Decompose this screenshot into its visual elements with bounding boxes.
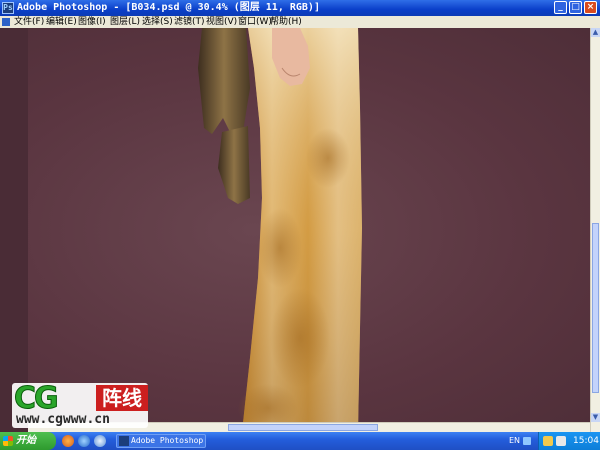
menu-window[interactable]: 窗口(W) (238, 16, 272, 28)
vertical-scrollbar[interactable]: ▲ ▼ (590, 28, 600, 432)
menu-edit[interactable]: 编辑(E) (46, 16, 77, 28)
menu-help[interactable]: 帮助(H) (270, 16, 302, 28)
menu-image[interactable]: 图像(I) (78, 16, 106, 28)
system-tray: 15:04 (538, 432, 600, 450)
photoshop-icon: Ps (2, 2, 14, 14)
logo-cg: CG (14, 381, 60, 417)
close-button[interactable]: × (584, 1, 597, 14)
menu-layer[interactable]: 图层(L) (110, 16, 140, 28)
minimize-button[interactable]: _ (554, 1, 567, 14)
volume-icon[interactable] (556, 436, 566, 446)
document-edge (0, 28, 28, 432)
scroll-up-icon[interactable]: ▲ (591, 28, 600, 37)
maximize-button[interactable]: □ (569, 1, 582, 14)
title-bar[interactable]: Ps Adobe Photoshop - [B034.psd @ 30.4% (… (0, 0, 600, 16)
scrollbar-thumb[interactable] (592, 223, 599, 393)
logo-url: www.cgwww.cn (16, 412, 110, 427)
start-label: 开始 (16, 435, 36, 446)
scrollbar-thumb[interactable] (228, 424, 378, 431)
taskbar-photoshop-button[interactable]: Adobe Photoshop ... (116, 434, 206, 448)
windows-logo-icon (3, 436, 13, 446)
menu-view[interactable]: 视图(V) (206, 16, 237, 28)
menu-filter[interactable]: 滤镜(T) (174, 16, 205, 28)
language-indicator[interactable]: EN (509, 432, 520, 450)
firefox-icon[interactable] (62, 435, 74, 447)
shawl (198, 28, 250, 138)
taskbar: 开始 Adobe Photoshop ... EN 15:04 (0, 432, 600, 450)
painting (198, 28, 362, 432)
menu-file[interactable]: 文件(F) (14, 16, 44, 28)
menu-select[interactable]: 选择(S) (142, 16, 173, 28)
clock[interactable]: 15:04 (573, 432, 599, 450)
document-canvas[interactable] (28, 28, 590, 432)
shawl-tail (218, 126, 250, 204)
cg-watermark-logo: CG 阵线 www.cgwww.cn (12, 381, 148, 428)
photoshop-icon (119, 436, 129, 446)
logo-cn: 阵线 (96, 385, 148, 411)
network-icon[interactable] (543, 436, 553, 446)
input-method-icon[interactable] (523, 437, 531, 445)
start-button[interactable]: 开始 (0, 432, 56, 450)
scroll-down-icon[interactable]: ▼ (591, 413, 600, 422)
window-title: Adobe Photoshop - [B034.psd @ 30.4% (图层 … (17, 2, 320, 13)
ie-icon[interactable] (78, 435, 90, 447)
desktop-icon[interactable] (94, 435, 106, 447)
task-label: Adobe Photoshop ... (131, 436, 205, 445)
document-icon[interactable] (2, 18, 10, 26)
